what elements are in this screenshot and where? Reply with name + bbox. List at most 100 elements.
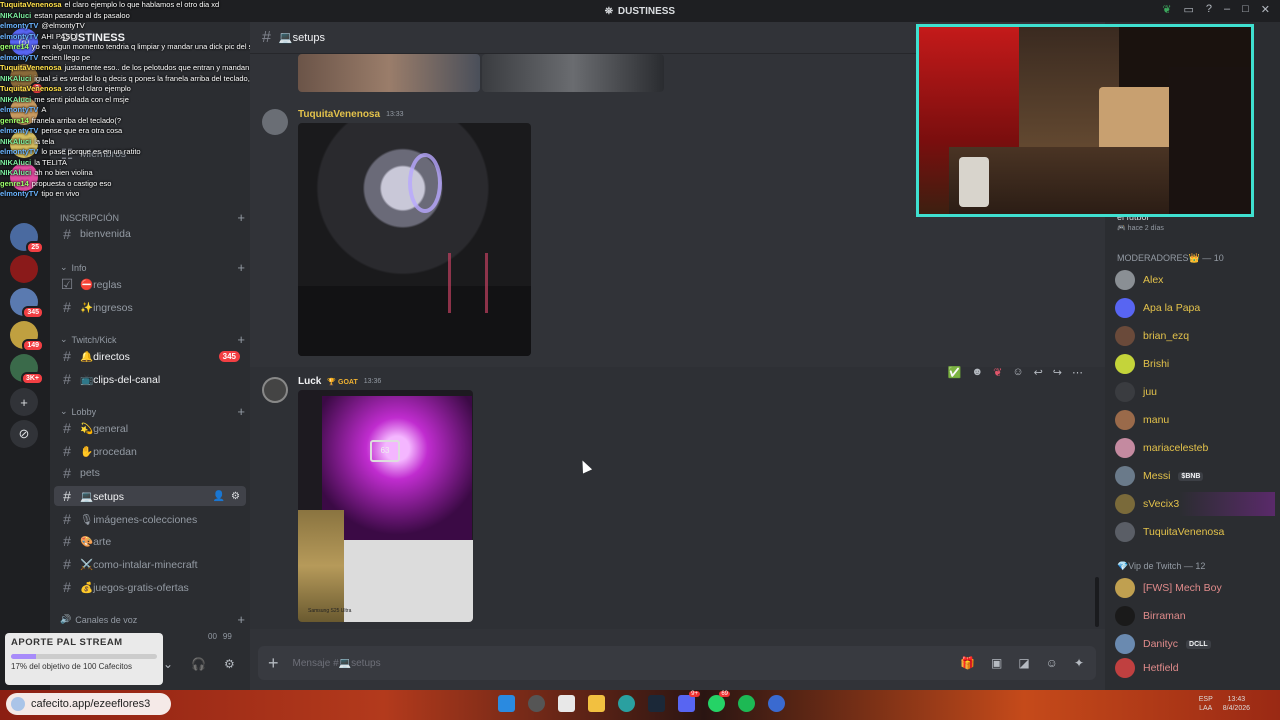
clock[interactable]: 13:43 8/4/2026 bbox=[1223, 695, 1250, 713]
avatar[interactable] bbox=[262, 109, 288, 135]
channel-pets[interactable]: # pets bbox=[54, 463, 246, 483]
add-member-icon[interactable]: 👤 bbox=[213, 491, 225, 502]
channel-procedan[interactable]: # ✋procedan bbox=[54, 441, 246, 461]
gif-icon[interactable]: ▣ bbox=[991, 656, 1002, 670]
stream-chat-user: NIKAluci bbox=[0, 157, 32, 167]
channel-arte[interactable]: # 🎨arte bbox=[54, 531, 246, 551]
gift-icon[interactable]: 🎁 bbox=[960, 656, 975, 670]
whatsapp-icon[interactable]: 69 bbox=[708, 691, 730, 712]
gear-icon[interactable]: ⚙ bbox=[224, 657, 235, 671]
stream-chat-user: TuquitaVenenosa bbox=[0, 84, 62, 93]
server-avatar[interactable]: 345 bbox=[10, 288, 44, 319]
minimize-icon[interactable]: – bbox=[1224, 3, 1230, 16]
sticker-icon[interactable]: ◪ bbox=[1018, 656, 1029, 670]
help-icon[interactable]: ? bbox=[1206, 3, 1212, 16]
attachment-image[interactable] bbox=[298, 54, 480, 92]
stream-chat-text: justamente eso.. de los pelotudos que en… bbox=[64, 63, 250, 72]
server-tag: $BNB bbox=[1178, 471, 1204, 481]
spotify-icon[interactable] bbox=[738, 695, 755, 712]
reply-icon[interactable]: ↩ bbox=[1034, 366, 1043, 379]
category-info[interactable]: ⌄ Info + bbox=[60, 260, 245, 275]
scrollbar[interactable] bbox=[1095, 577, 1099, 627]
member-item[interactable]: Brishi bbox=[1115, 352, 1275, 376]
add-channel-icon[interactable]: + bbox=[237, 404, 245, 419]
channel-setups[interactable]: # 💻setups 👤 ⚙ bbox=[54, 486, 246, 506]
app-icon[interactable] bbox=[768, 695, 785, 712]
member-item[interactable]: Apa la Papa bbox=[1115, 296, 1275, 320]
channel-juegos-gratis-ofertas[interactable]: # 💰juegos-gratis-ofertas bbox=[54, 577, 246, 597]
emoji-reaction-icon[interactable]: ❦ bbox=[993, 366, 1002, 379]
server-avatar[interactable]: 149 bbox=[10, 321, 44, 352]
discord-icon[interactable]: 9+ bbox=[678, 691, 700, 712]
stream-chat-line: genre14 propuesta o castigo eso bbox=[0, 179, 250, 190]
channel-imagenes-colecciones[interactable]: # 🎙imágenes-colecciones bbox=[54, 509, 246, 529]
member-item[interactable]: mariacelesteb bbox=[1115, 436, 1275, 460]
message-composer[interactable]: + Mensaje #💻setups 🎁 ▣ ◪ ☺ ✦ bbox=[258, 646, 1096, 680]
search-icon[interactable] bbox=[528, 695, 545, 712]
stream-chat-text: estan pasando al ds pasaloo bbox=[34, 10, 130, 20]
steam-icon[interactable] bbox=[648, 695, 665, 712]
add-channel-icon[interactable]: + bbox=[237, 332, 245, 347]
composer-placeholder[interactable]: Mensaje #💻setups bbox=[293, 658, 381, 669]
edge-icon[interactable] bbox=[618, 695, 635, 712]
member-item[interactable]: Alex bbox=[1115, 268, 1275, 292]
check-reaction-icon[interactable]: ✅ bbox=[948, 366, 962, 379]
member-item[interactable]: manu bbox=[1115, 408, 1275, 432]
folder-icon[interactable] bbox=[588, 695, 605, 712]
close-icon[interactable]: ✕ bbox=[1261, 3, 1270, 16]
member-item[interactable]: TuquitaVenenosa bbox=[1115, 520, 1275, 544]
member-item[interactable]: Birraman bbox=[1115, 604, 1275, 628]
language-indicator[interactable]: ESP LAA bbox=[1199, 695, 1213, 713]
add-reaction-icon[interactable]: ☺ bbox=[1012, 366, 1023, 379]
server-avatar[interactable]: 3K+ bbox=[10, 354, 44, 385]
server-avatar[interactable] bbox=[10, 255, 38, 283]
message-author[interactable]: TuquitaVenenosa bbox=[298, 109, 380, 120]
stream-chat-user: elmontyTV bbox=[0, 105, 39, 114]
member-item[interactable]: Messi $BNB bbox=[1115, 464, 1275, 488]
chevron-down-icon[interactable]: ⌄ bbox=[163, 657, 173, 671]
member-item[interactable]: juu bbox=[1115, 380, 1275, 404]
maximize-icon[interactable]: □ bbox=[1242, 3, 1249, 16]
chevron-down-icon: ⌄ bbox=[60, 262, 68, 272]
channel-directos[interactable]: # 🔔directos 345 bbox=[54, 346, 246, 366]
more-icon[interactable]: ⋯ bbox=[1072, 366, 1083, 379]
channel-como-intalar-minecraft[interactable]: # ⚔️como-intalar-minecraft bbox=[54, 554, 246, 574]
member-item[interactable]: sVecix3 bbox=[1115, 492, 1275, 516]
attach-plus-icon[interactable]: + bbox=[268, 653, 279, 674]
avatar[interactable] bbox=[262, 377, 288, 403]
stream-chat-text: propuesta o castigo eso bbox=[31, 178, 112, 188]
emoji-icon[interactable]: ☺ bbox=[1046, 656, 1058, 670]
channel-ingresos[interactable]: # ✨ingresos bbox=[54, 297, 246, 317]
add-channel-icon[interactable]: + bbox=[237, 612, 245, 627]
hash-icon: # bbox=[63, 556, 71, 572]
avatar bbox=[1115, 298, 1135, 318]
member-item[interactable]: Danityc DCLL bbox=[1115, 632, 1275, 656]
pc-build-photo[interactable]: 63 Samsung S25 Ultra bbox=[298, 390, 473, 622]
channel-clips-del-canal[interactable]: # 📺clips-del-canal bbox=[54, 369, 246, 389]
headphones-icon[interactable]: 🎧 bbox=[191, 657, 206, 671]
task-view-icon[interactable] bbox=[558, 695, 575, 712]
start-icon[interactable] bbox=[498, 695, 515, 712]
explore-icon[interactable]: ⊘ bbox=[10, 420, 38, 448]
add-channel-icon[interactable]: + bbox=[237, 260, 245, 275]
attachment-image[interactable] bbox=[482, 54, 664, 92]
channel-general[interactable]: # 💫general bbox=[54, 418, 246, 438]
apps-icon[interactable]: ✦ bbox=[1074, 656, 1084, 670]
member-item[interactable]: brian_ezq bbox=[1115, 324, 1275, 348]
add-server-icon[interactable]: + bbox=[10, 388, 38, 416]
category-canales-de-voz[interactable]: 🔊 Canales de voz + bbox=[60, 612, 245, 627]
channel-reglas[interactable]: ☑ ⛔reglas bbox=[54, 274, 246, 294]
leaf-icon[interactable]: ❦ bbox=[1162, 3, 1171, 16]
category-lobby[interactable]: ⌄ Lobby + bbox=[60, 404, 245, 419]
member-item[interactable]: Hetfield bbox=[1115, 656, 1275, 680]
message-author[interactable]: Luck bbox=[298, 376, 321, 387]
member-item[interactable]: [FWS] Mech Boy bbox=[1115, 576, 1275, 600]
inbox-icon[interactable]: ▭ bbox=[1183, 3, 1193, 16]
role-badge: 🏆 GOAT bbox=[327, 378, 358, 386]
url-pill[interactable]: cafecito.app/ezeeflores3 bbox=[6, 693, 171, 715]
gear-icon[interactable]: ⚙ bbox=[231, 491, 240, 502]
category-twitch-kick[interactable]: ⌄ Twitch/Kick + bbox=[60, 332, 245, 347]
pc-build-photo[interactable] bbox=[298, 123, 531, 356]
emoji-reaction-icon[interactable]: ☻ bbox=[972, 366, 984, 379]
forward-icon[interactable]: ↪ bbox=[1053, 366, 1062, 379]
